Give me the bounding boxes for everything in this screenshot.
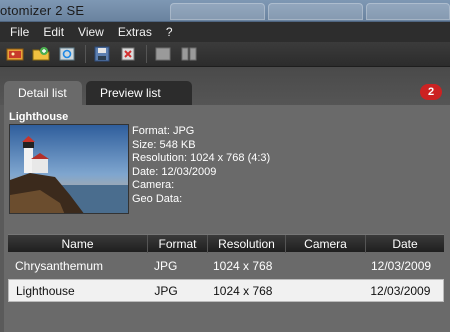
meta-camera: Camera: [132,179,175,191]
add-folder-button[interactable] [31,44,51,64]
file-table: Name Format Resolution Camera Date Chrys… [8,234,444,302]
window-title: otomizer 2 SE [0,3,85,18]
photo-metadata: Format: JPG Size: 548 KB Resolution: 102… [132,125,270,206]
toolbar-separator [146,45,147,63]
meta-date: Date: 12/03/2009 [132,165,217,178]
tab-label: Preview list [100,86,161,100]
column-header-resolution[interactable]: Resolution [208,234,286,253]
cell-resolution: 1024 x 768 [213,258,273,273]
cell-format: JPG [154,283,178,298]
detail-panel: Lighthouse Format: JPG Size: 548 KB Reso… [4,105,450,332]
menu-edit[interactable]: Edit [43,25,64,39]
menu-view[interactable]: View [78,25,104,39]
save-button[interactable] [92,44,112,64]
column-header-format[interactable]: Format [148,234,208,253]
menu-extras[interactable]: Extras [118,25,152,39]
table-row[interactable]: Lighthouse JPG 1024 x 768 12/03/2009 [8,279,444,302]
split-view-button[interactable] [179,44,199,64]
tab-strip: Detail list Preview list 2 [0,67,450,105]
count-badge: 2 [420,84,442,100]
photo-title: Lighthouse [9,111,69,123]
background-window-tab[interactable] [366,3,450,20]
title-bar: otomizer 2 SE [0,0,450,22]
background-window-tab[interactable] [170,3,265,20]
tab-preview-list[interactable]: Preview list [86,81,192,105]
meta-resolution: Resolution: 1024 x 768 (4:3) [132,152,271,164]
refresh-button[interactable] [57,44,77,64]
column-header-date[interactable]: Date [366,235,444,253]
column-header-camera[interactable]: Camera [286,234,366,253]
cell-format: JPG [154,258,178,273]
open-folder-button[interactable] [5,44,25,64]
toolbar-separator [85,45,86,63]
tab-label: Detail list [18,86,67,100]
table-row[interactable]: Chrysanthemum JPG 1024 x 768 12/03/2009 [8,254,444,277]
column-header-name[interactable]: Name [8,234,148,253]
open-folder-icon [6,48,24,61]
menu-help[interactable]: ? [166,25,173,39]
refresh-icon [59,47,75,61]
photo-thumbnail[interactable] [9,124,129,214]
menu-bar: File Edit View Extras ? [0,22,450,42]
cell-resolution: 1024 x 768 [213,283,273,298]
save-icon [94,46,110,62]
menu-file[interactable]: File [10,25,29,39]
tab-detail-list[interactable]: Detail list [4,81,82,105]
cell-date: 12/03/2009 [370,283,431,298]
cell-name: Chrysanthemum [15,258,104,273]
delete-icon [121,47,135,61]
toolbar [0,42,450,67]
cell-date: 12/03/2009 [371,258,432,273]
cell-name: Lighthouse [16,283,75,298]
table-header: Name Format Resolution Camera Date [8,234,444,253]
lighthouse-image [10,125,128,213]
background-window-tab[interactable] [268,3,363,20]
meta-geo: Geo Data: [132,192,183,205]
view-split-icon [181,47,197,61]
single-view-button[interactable] [153,44,173,64]
view-single-icon [155,47,171,61]
meta-format: Format: JPG [132,125,195,137]
delete-button[interactable] [118,44,138,64]
add-folder-icon [32,47,50,61]
meta-size: Size: 548 KB [132,138,196,151]
